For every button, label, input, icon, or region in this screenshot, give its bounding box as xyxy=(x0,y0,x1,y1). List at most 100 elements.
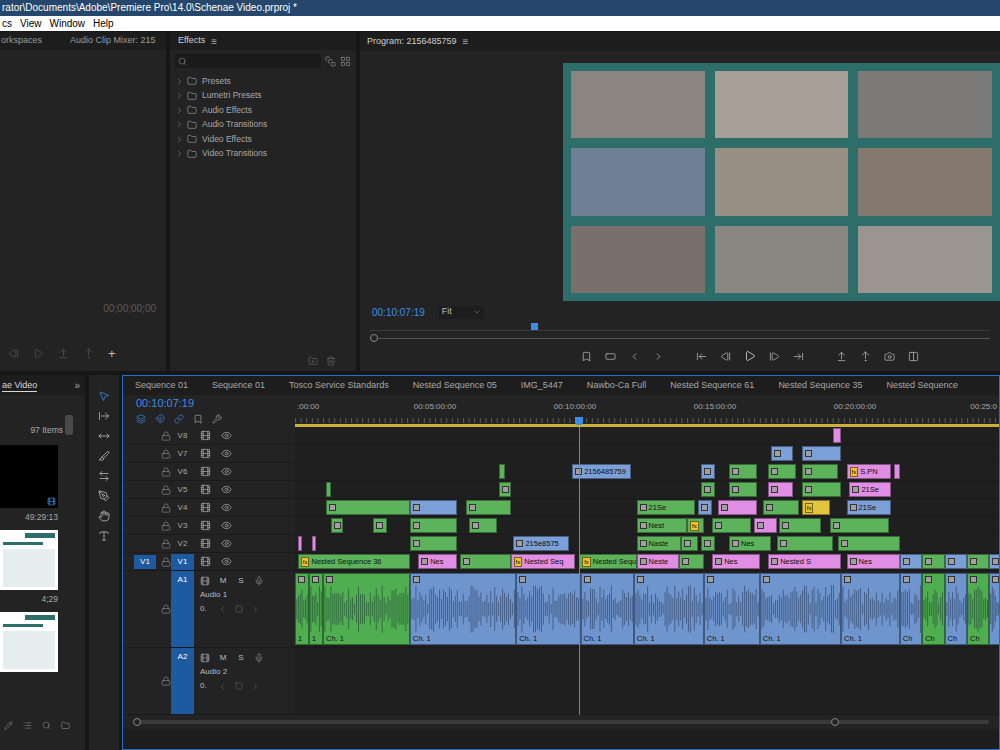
extract-icon[interactable] xyxy=(860,351,871,362)
sequence-tab[interactable]: Nested Sequence 35 xyxy=(766,379,874,393)
video-clip[interactable] xyxy=(945,554,967,569)
track-target[interactable]: V2 xyxy=(171,536,194,552)
video-clip[interactable] xyxy=(763,500,799,515)
next-keyframe-icon[interactable] xyxy=(251,682,260,691)
pen-icon[interactable] xyxy=(98,490,110,502)
audio-clip[interactable]: Ch. 1 xyxy=(841,573,900,645)
video-clip[interactable] xyxy=(768,464,796,479)
video-clip[interactable] xyxy=(771,446,793,461)
video-clip[interactable]: fxS.PN xyxy=(847,464,892,479)
panel-tab[interactable]: Audio Clip Mixer: 215 xyxy=(70,34,156,48)
video-clip[interactable] xyxy=(838,536,900,551)
panel-overflow[interactable]: » xyxy=(74,378,83,393)
timeline-scrollbar[interactable] xyxy=(123,715,999,729)
track-target[interactable]: V3 xyxy=(171,518,194,534)
film-icon[interactable] xyxy=(200,556,211,567)
effects-search[interactable] xyxy=(175,54,321,68)
eye-icon[interactable] xyxy=(221,520,232,531)
search-icon[interactable] xyxy=(42,721,51,730)
video-clip[interactable] xyxy=(712,518,751,533)
video-clip[interactable] xyxy=(701,536,715,551)
marker-icon[interactable] xyxy=(193,414,203,424)
eye-icon[interactable] xyxy=(221,538,232,549)
go-to-out-icon[interactable] xyxy=(793,351,804,362)
video-clip[interactable] xyxy=(410,536,458,551)
playhead-head[interactable] xyxy=(575,417,583,425)
video-clip[interactable] xyxy=(802,482,841,497)
playhead-marker[interactable] xyxy=(531,323,538,330)
tool-button[interactable] xyxy=(94,449,114,462)
panel-menu[interactable]: ≡ xyxy=(463,34,469,49)
eye-icon[interactable] xyxy=(221,484,232,495)
disclosure-icon[interactable] xyxy=(175,106,184,115)
panel-tab[interactable]: orkspaces xyxy=(1,34,42,48)
eye-icon[interactable] xyxy=(221,430,232,441)
program-scrubber[interactable] xyxy=(370,321,990,345)
prev-keyframe-icon[interactable] xyxy=(218,605,227,614)
mute-button[interactable]: M xyxy=(218,575,228,587)
audio-clip[interactable]: Ch xyxy=(967,573,989,645)
audio-clip[interactable]: 1 xyxy=(295,573,309,645)
yuv-icon[interactable] xyxy=(340,56,351,67)
disclosure-icon[interactable] xyxy=(175,77,184,86)
insert-icon[interactable] xyxy=(58,348,69,359)
project-item[interactable] xyxy=(0,612,65,672)
search-icon[interactable] xyxy=(178,57,187,66)
video-clip[interactable] xyxy=(373,518,387,533)
solo-button[interactable]: S xyxy=(236,652,246,664)
video-clip[interactable] xyxy=(681,536,698,551)
audio-clip[interactable]: Ch. 1 xyxy=(634,573,704,645)
mute-button[interactable]: M xyxy=(218,652,228,664)
ripple-icon[interactable] xyxy=(98,430,110,442)
video-clip[interactable] xyxy=(298,536,302,551)
lift-icon[interactable] xyxy=(836,351,847,362)
effects-folder[interactable]: Audio Effects xyxy=(170,103,356,118)
lock-icon[interactable] xyxy=(161,604,171,614)
video-clip[interactable] xyxy=(802,464,838,479)
video-clip[interactable]: Neste xyxy=(637,554,679,569)
video-clip[interactable]: 21Se xyxy=(847,500,892,515)
film-icon[interactable] xyxy=(200,430,211,441)
razor-icon[interactable] xyxy=(98,450,110,462)
effects-folder[interactable]: Audio Transitions xyxy=(170,118,356,133)
film-icon[interactable] xyxy=(200,520,211,531)
zoom-dropdown[interactable]: Fit xyxy=(439,306,484,319)
trash-icon[interactable] xyxy=(326,356,336,366)
audio-clip[interactable] xyxy=(989,573,999,645)
sequence-tab[interactable]: Nawbo-Ca Full xyxy=(575,379,659,393)
timeline-timecode[interactable]: 00:10:07:19 xyxy=(136,397,295,410)
effects-folder[interactable]: Presets xyxy=(170,74,356,89)
tool-button[interactable] xyxy=(94,389,114,402)
video-clip[interactable] xyxy=(900,554,922,569)
settings-icon[interactable] xyxy=(212,414,222,424)
video-clip[interactable] xyxy=(312,536,316,551)
sequence-tab[interactable]: IMG_5447 xyxy=(509,379,575,393)
film-icon[interactable] xyxy=(200,502,211,513)
scrollbar[interactable] xyxy=(65,415,73,435)
track-target[interactable]: V5 xyxy=(171,482,194,498)
video-clip[interactable]: fxNested Seq xyxy=(511,554,575,569)
effects-folder[interactable]: Lumetri Presets xyxy=(170,89,356,104)
tool-button[interactable] xyxy=(94,489,114,502)
eye-icon[interactable] xyxy=(221,466,232,477)
new-bin-icon[interactable] xyxy=(61,721,70,730)
video-clip[interactable] xyxy=(967,554,989,569)
video-clip[interactable] xyxy=(777,536,833,551)
audio-clip[interactable]: Ch xyxy=(922,573,944,645)
mic-icon[interactable] xyxy=(254,653,264,663)
fx-badge[interactable]: fx xyxy=(850,467,859,477)
next-keyframe-icon[interactable] xyxy=(251,605,260,614)
track-target[interactable]: V7 xyxy=(171,446,194,462)
track-target[interactable]: A2 xyxy=(171,648,194,714)
project-item[interactable]: 49:29:13 xyxy=(0,445,65,524)
fx-badge[interactable]: fx xyxy=(582,557,591,567)
video-clip[interactable]: 21Se xyxy=(849,482,891,497)
marker-icon[interactable] xyxy=(581,351,592,362)
video-clip[interactable] xyxy=(698,500,712,515)
video-clip[interactable] xyxy=(833,428,841,443)
video-clip[interactable]: fx xyxy=(802,500,830,515)
video-clip[interactable] xyxy=(679,554,704,569)
effects-folder[interactable]: Video Effects xyxy=(170,132,356,147)
new-bin-icon[interactable] xyxy=(308,356,318,366)
video-clip[interactable] xyxy=(460,554,510,569)
